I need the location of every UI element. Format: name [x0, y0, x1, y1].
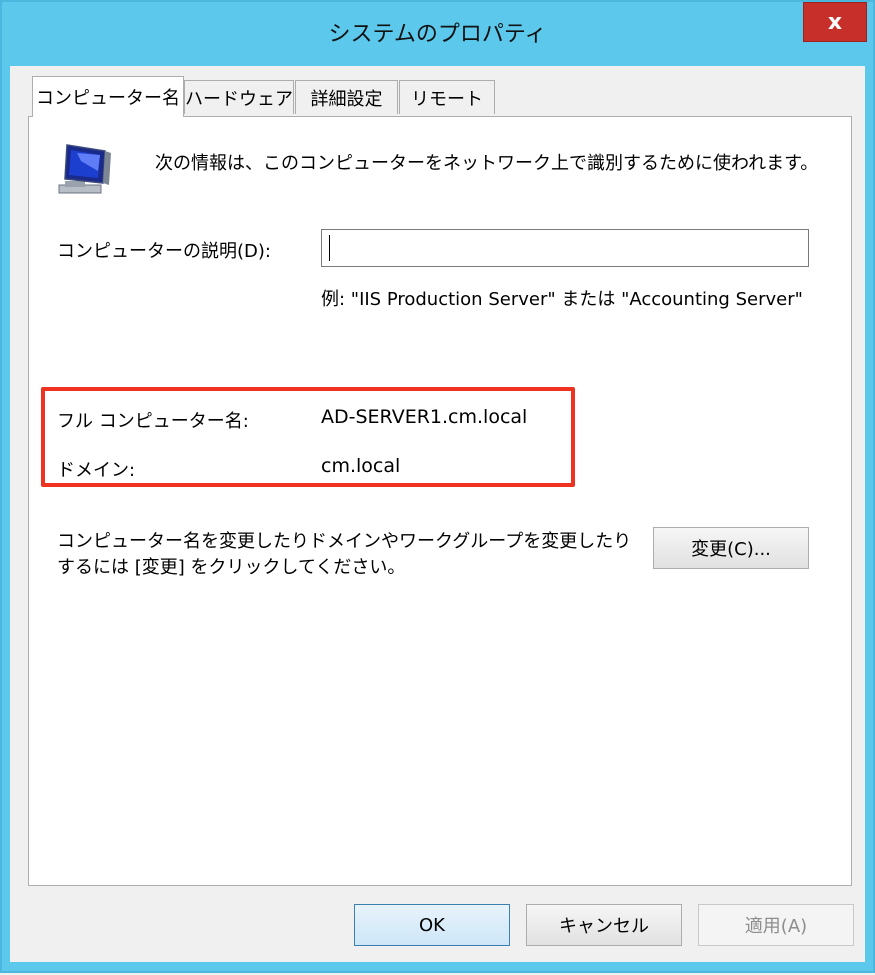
apply-button[interactable]: 適用(A) [698, 904, 854, 946]
full-name-label: フル コンピューター名: [57, 411, 249, 432]
description-label: コンピューターの説明(D): [57, 241, 271, 262]
tab-computer-name[interactable]: コンピューター名 [32, 76, 184, 117]
tab-advanced[interactable]: 詳細設定 [295, 80, 398, 114]
cancel-button[interactable]: キャンセル [526, 904, 682, 946]
full-name-value: AD-SERVER1.cm.local [321, 406, 528, 428]
computer-icon [58, 144, 111, 194]
tab-remote[interactable]: リモート [399, 80, 495, 114]
computer-description-input[interactable] [321, 229, 809, 267]
system-properties-window: システムのプロパティ x コンピューター名 ハードウェア 詳細設定 リモート 次… [0, 0, 875, 973]
window-title: システムのプロパティ [328, 22, 547, 47]
text-caret [329, 235, 330, 261]
computer-name-panel: 次の情報は、このコンピューターをネットワーク上で識別するために使われます。 コン… [28, 116, 852, 886]
close-icon: x [827, 9, 843, 35]
ok-button[interactable]: OK [354, 904, 510, 946]
tab-hardware[interactable]: ハードウェア [184, 80, 294, 114]
title-bar[interactable]: システムのプロパティ x [2, 2, 873, 66]
close-button[interactable]: x [803, 2, 867, 42]
intro-text: 次の情報は、このコンピューターをネットワーク上で識別するために使われます。 [155, 153, 819, 174]
domain-value: cm.local [321, 455, 401, 477]
description-example: 例: "IIS Production Server" または "Accounti… [321, 289, 803, 310]
change-button[interactable]: 変更(C)... [653, 527, 809, 569]
dialog-client-area: コンピューター名 ハードウェア 詳細設定 リモート 次の情報は、このコンピュータ… [10, 66, 865, 962]
domain-label: ドメイン: [57, 460, 136, 481]
change-instructions: コンピューター名を変更したりドメインやワークグループを変更したりするには [変更… [57, 531, 632, 578]
